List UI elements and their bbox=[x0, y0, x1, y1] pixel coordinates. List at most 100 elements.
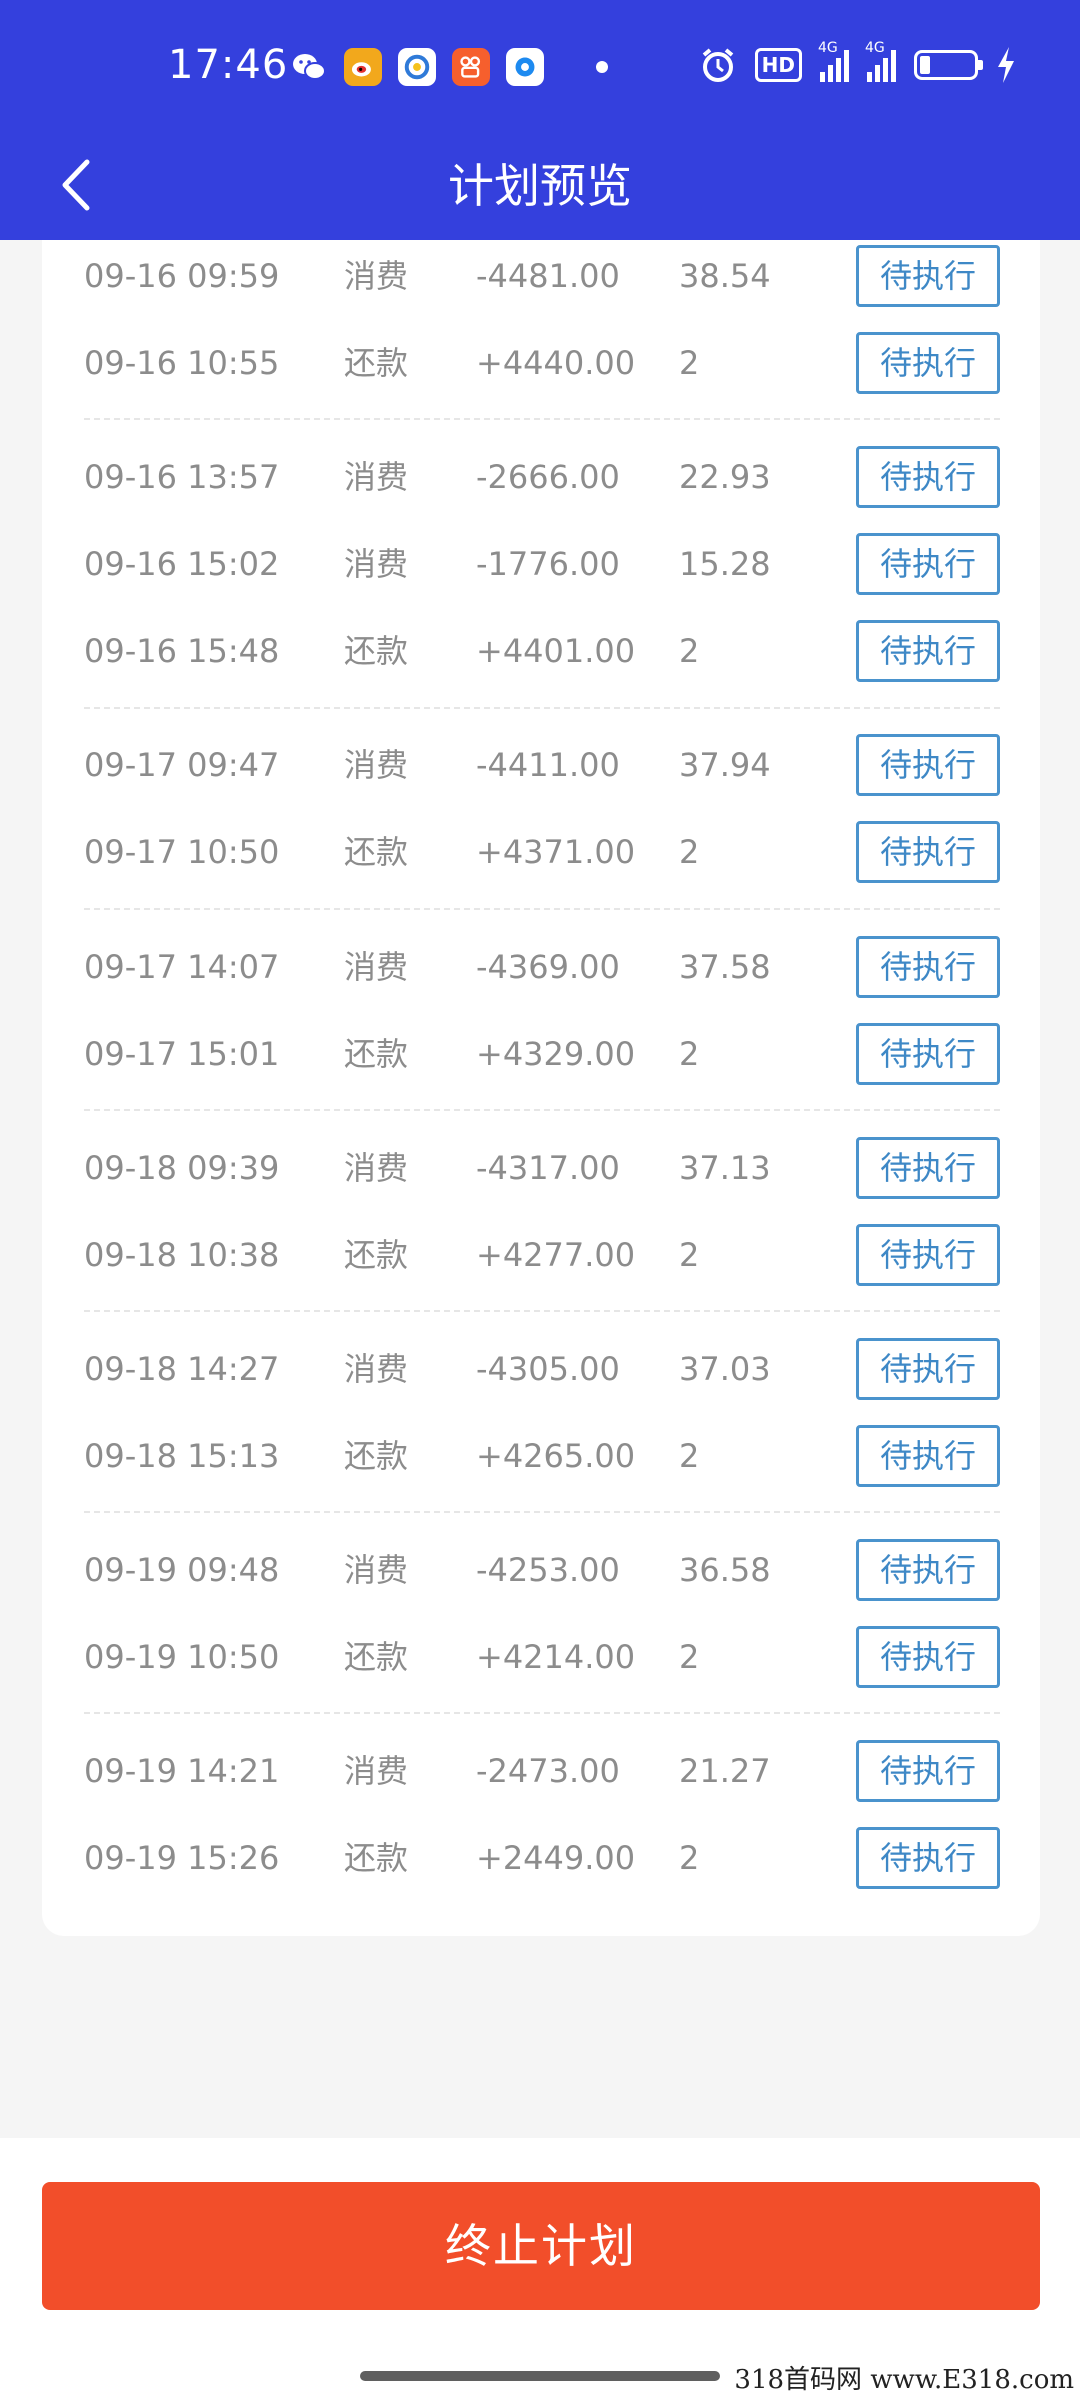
row-fee: 2 bbox=[679, 1437, 700, 1475]
row-fee: 2 bbox=[679, 1638, 700, 1676]
table-row: 09-19 15:26 还款 +2449.00 2 待执行 bbox=[42, 1815, 1040, 1902]
status-button-pending[interactable]: 待执行 bbox=[856, 245, 1000, 307]
row-type: 消费 bbox=[344, 1752, 409, 1790]
row-amount: -2473.00 bbox=[476, 1752, 620, 1790]
row-type: 还款 bbox=[344, 1437, 409, 1475]
status-button-pending[interactable]: 待执行 bbox=[856, 533, 1000, 595]
status-button-pending[interactable]: 待执行 bbox=[856, 1224, 1000, 1286]
table-row: 09-17 14:07 消费 -4369.00 37.58 待执行 bbox=[42, 924, 1040, 1011]
table-row: 09-17 15:01 还款 +4329.00 2 待执行 bbox=[42, 1011, 1040, 1098]
row-time: 09-17 09:47 bbox=[84, 746, 280, 784]
table-row: 09-16 13:57 消费 -2666.00 22.93 待执行 bbox=[42, 434, 1040, 521]
status-button-pending[interactable]: 待执行 bbox=[856, 734, 1000, 796]
qq-icon bbox=[398, 48, 436, 86]
row-amount: -4369.00 bbox=[476, 948, 620, 986]
row-type: 消费 bbox=[344, 1551, 409, 1589]
row-fee: 38.54 bbox=[679, 257, 771, 295]
system-icons: HD 4G 4G bbox=[699, 40, 1016, 84]
row-fee: 2 bbox=[679, 1236, 700, 1274]
row-fee: 37.03 bbox=[679, 1350, 771, 1388]
status-button-pending[interactable]: 待执行 bbox=[856, 821, 1000, 883]
top-bar: 17:46 HD 4G 4G 计划预览 bbox=[0, 0, 1080, 240]
group-divider bbox=[84, 1712, 1000, 1714]
row-time: 09-17 10:50 bbox=[84, 833, 280, 871]
table-row: 09-16 15:02 消费 -1776.00 15.28 待执行 bbox=[42, 521, 1040, 608]
row-amount: +4371.00 bbox=[476, 833, 636, 871]
row-amount: -2666.00 bbox=[476, 458, 620, 496]
status-button-pending[interactable]: 待执行 bbox=[856, 446, 1000, 508]
status-button-pending[interactable]: 待执行 bbox=[856, 1827, 1000, 1889]
row-fee: 2 bbox=[679, 344, 700, 382]
row-amount: +4265.00 bbox=[476, 1437, 636, 1475]
more-notifications-dot bbox=[596, 61, 608, 73]
table-row: 09-18 09:39 消费 -4317.00 37.13 待执行 bbox=[42, 1125, 1040, 1212]
battery-icon bbox=[914, 50, 983, 80]
row-fee: 2 bbox=[679, 1839, 700, 1877]
title-bar: 计划预览 bbox=[0, 136, 1080, 240]
status-button-pending[interactable]: 待执行 bbox=[856, 1425, 1000, 1487]
row-fee: 2 bbox=[679, 833, 700, 871]
table-row: 09-18 15:13 还款 +4265.00 2 待执行 bbox=[42, 1413, 1040, 1500]
status-button-pending[interactable]: 待执行 bbox=[856, 1740, 1000, 1802]
watermark: 318首码网 www.E318.com bbox=[734, 2365, 1074, 2395]
status-time: 17:46 bbox=[168, 42, 289, 88]
row-amount: -4411.00 bbox=[476, 746, 620, 784]
row-type: 还款 bbox=[344, 1638, 409, 1676]
kuaishou-icon bbox=[452, 48, 490, 86]
group-divider bbox=[84, 1109, 1000, 1111]
status-button-pending[interactable]: 待执行 bbox=[856, 1338, 1000, 1400]
group-divider bbox=[84, 707, 1000, 709]
status-button-pending[interactable]: 待执行 bbox=[856, 332, 1000, 394]
app-icon bbox=[506, 48, 544, 86]
status-button-pending[interactable]: 待执行 bbox=[856, 620, 1000, 682]
status-button-pending[interactable]: 待执行 bbox=[856, 936, 1000, 998]
row-type: 消费 bbox=[344, 948, 409, 986]
row-type: 还款 bbox=[344, 344, 409, 382]
row-time: 09-19 10:50 bbox=[84, 1638, 280, 1676]
page-title: 计划预览 bbox=[448, 159, 632, 213]
notification-icons bbox=[290, 48, 608, 86]
status-button-pending[interactable]: 待执行 bbox=[856, 1626, 1000, 1688]
row-fee: 21.27 bbox=[679, 1752, 771, 1790]
row-type: 消费 bbox=[344, 458, 409, 496]
signal-icon-1: 4G bbox=[818, 40, 849, 82]
row-time: 09-17 15:01 bbox=[84, 1035, 280, 1073]
table-row: 09-19 10:50 还款 +4214.00 2 待执行 bbox=[42, 1614, 1040, 1701]
status-button-pending[interactable]: 待执行 bbox=[856, 1023, 1000, 1085]
row-amount: -4481.00 bbox=[476, 257, 620, 295]
row-time: 09-16 09:59 bbox=[84, 257, 280, 295]
row-fee: 36.58 bbox=[679, 1551, 771, 1589]
home-indicator[interactable] bbox=[360, 2371, 720, 2381]
signal-icon-2: 4G bbox=[865, 40, 896, 82]
row-time: 09-17 14:07 bbox=[84, 948, 280, 986]
row-amount: +4401.00 bbox=[476, 632, 636, 670]
row-time: 09-16 15:48 bbox=[84, 632, 280, 670]
status-button-pending[interactable]: 待执行 bbox=[856, 1539, 1000, 1601]
row-type: 还款 bbox=[344, 1035, 409, 1073]
row-type: 消费 bbox=[344, 1350, 409, 1388]
alarm-icon bbox=[702, 48, 733, 82]
group-divider bbox=[84, 1310, 1000, 1312]
row-time: 09-19 14:21 bbox=[84, 1752, 280, 1790]
row-amount: +2449.00 bbox=[476, 1839, 636, 1877]
row-time: 09-16 10:55 bbox=[84, 344, 280, 382]
status-button-pending[interactable]: 待执行 bbox=[856, 1137, 1000, 1199]
row-type: 消费 bbox=[344, 545, 409, 583]
row-time: 09-19 09:48 bbox=[84, 1551, 280, 1589]
table-row: 09-18 10:38 还款 +4277.00 2 待执行 bbox=[42, 1212, 1040, 1299]
terminate-plan-button[interactable]: 终止计划 bbox=[42, 2182, 1040, 2310]
row-time: 09-16 13:57 bbox=[84, 458, 280, 496]
row-fee: 15.28 bbox=[679, 545, 771, 583]
row-time: 09-18 10:38 bbox=[84, 1236, 280, 1274]
row-type: 还款 bbox=[344, 1236, 409, 1274]
table-row: 09-16 09:59 消费 -4481.00 38.54 待执行 bbox=[42, 233, 1040, 320]
row-time: 09-18 15:13 bbox=[84, 1437, 280, 1475]
row-type: 还款 bbox=[344, 632, 409, 670]
plan-list[interactable]: 09-16 09:59 消费 -4481.00 38.54 待执行 09-16 … bbox=[42, 240, 1040, 1936]
table-row: 09-16 10:55 还款 +4440.00 2 待执行 bbox=[42, 320, 1040, 407]
table-row: 09-19 14:21 消费 -2473.00 21.27 待执行 bbox=[42, 1728, 1040, 1815]
row-amount: -1776.00 bbox=[476, 545, 620, 583]
row-type: 消费 bbox=[344, 746, 409, 784]
row-amount: +4277.00 bbox=[476, 1236, 636, 1274]
row-fee: 2 bbox=[679, 1035, 700, 1073]
